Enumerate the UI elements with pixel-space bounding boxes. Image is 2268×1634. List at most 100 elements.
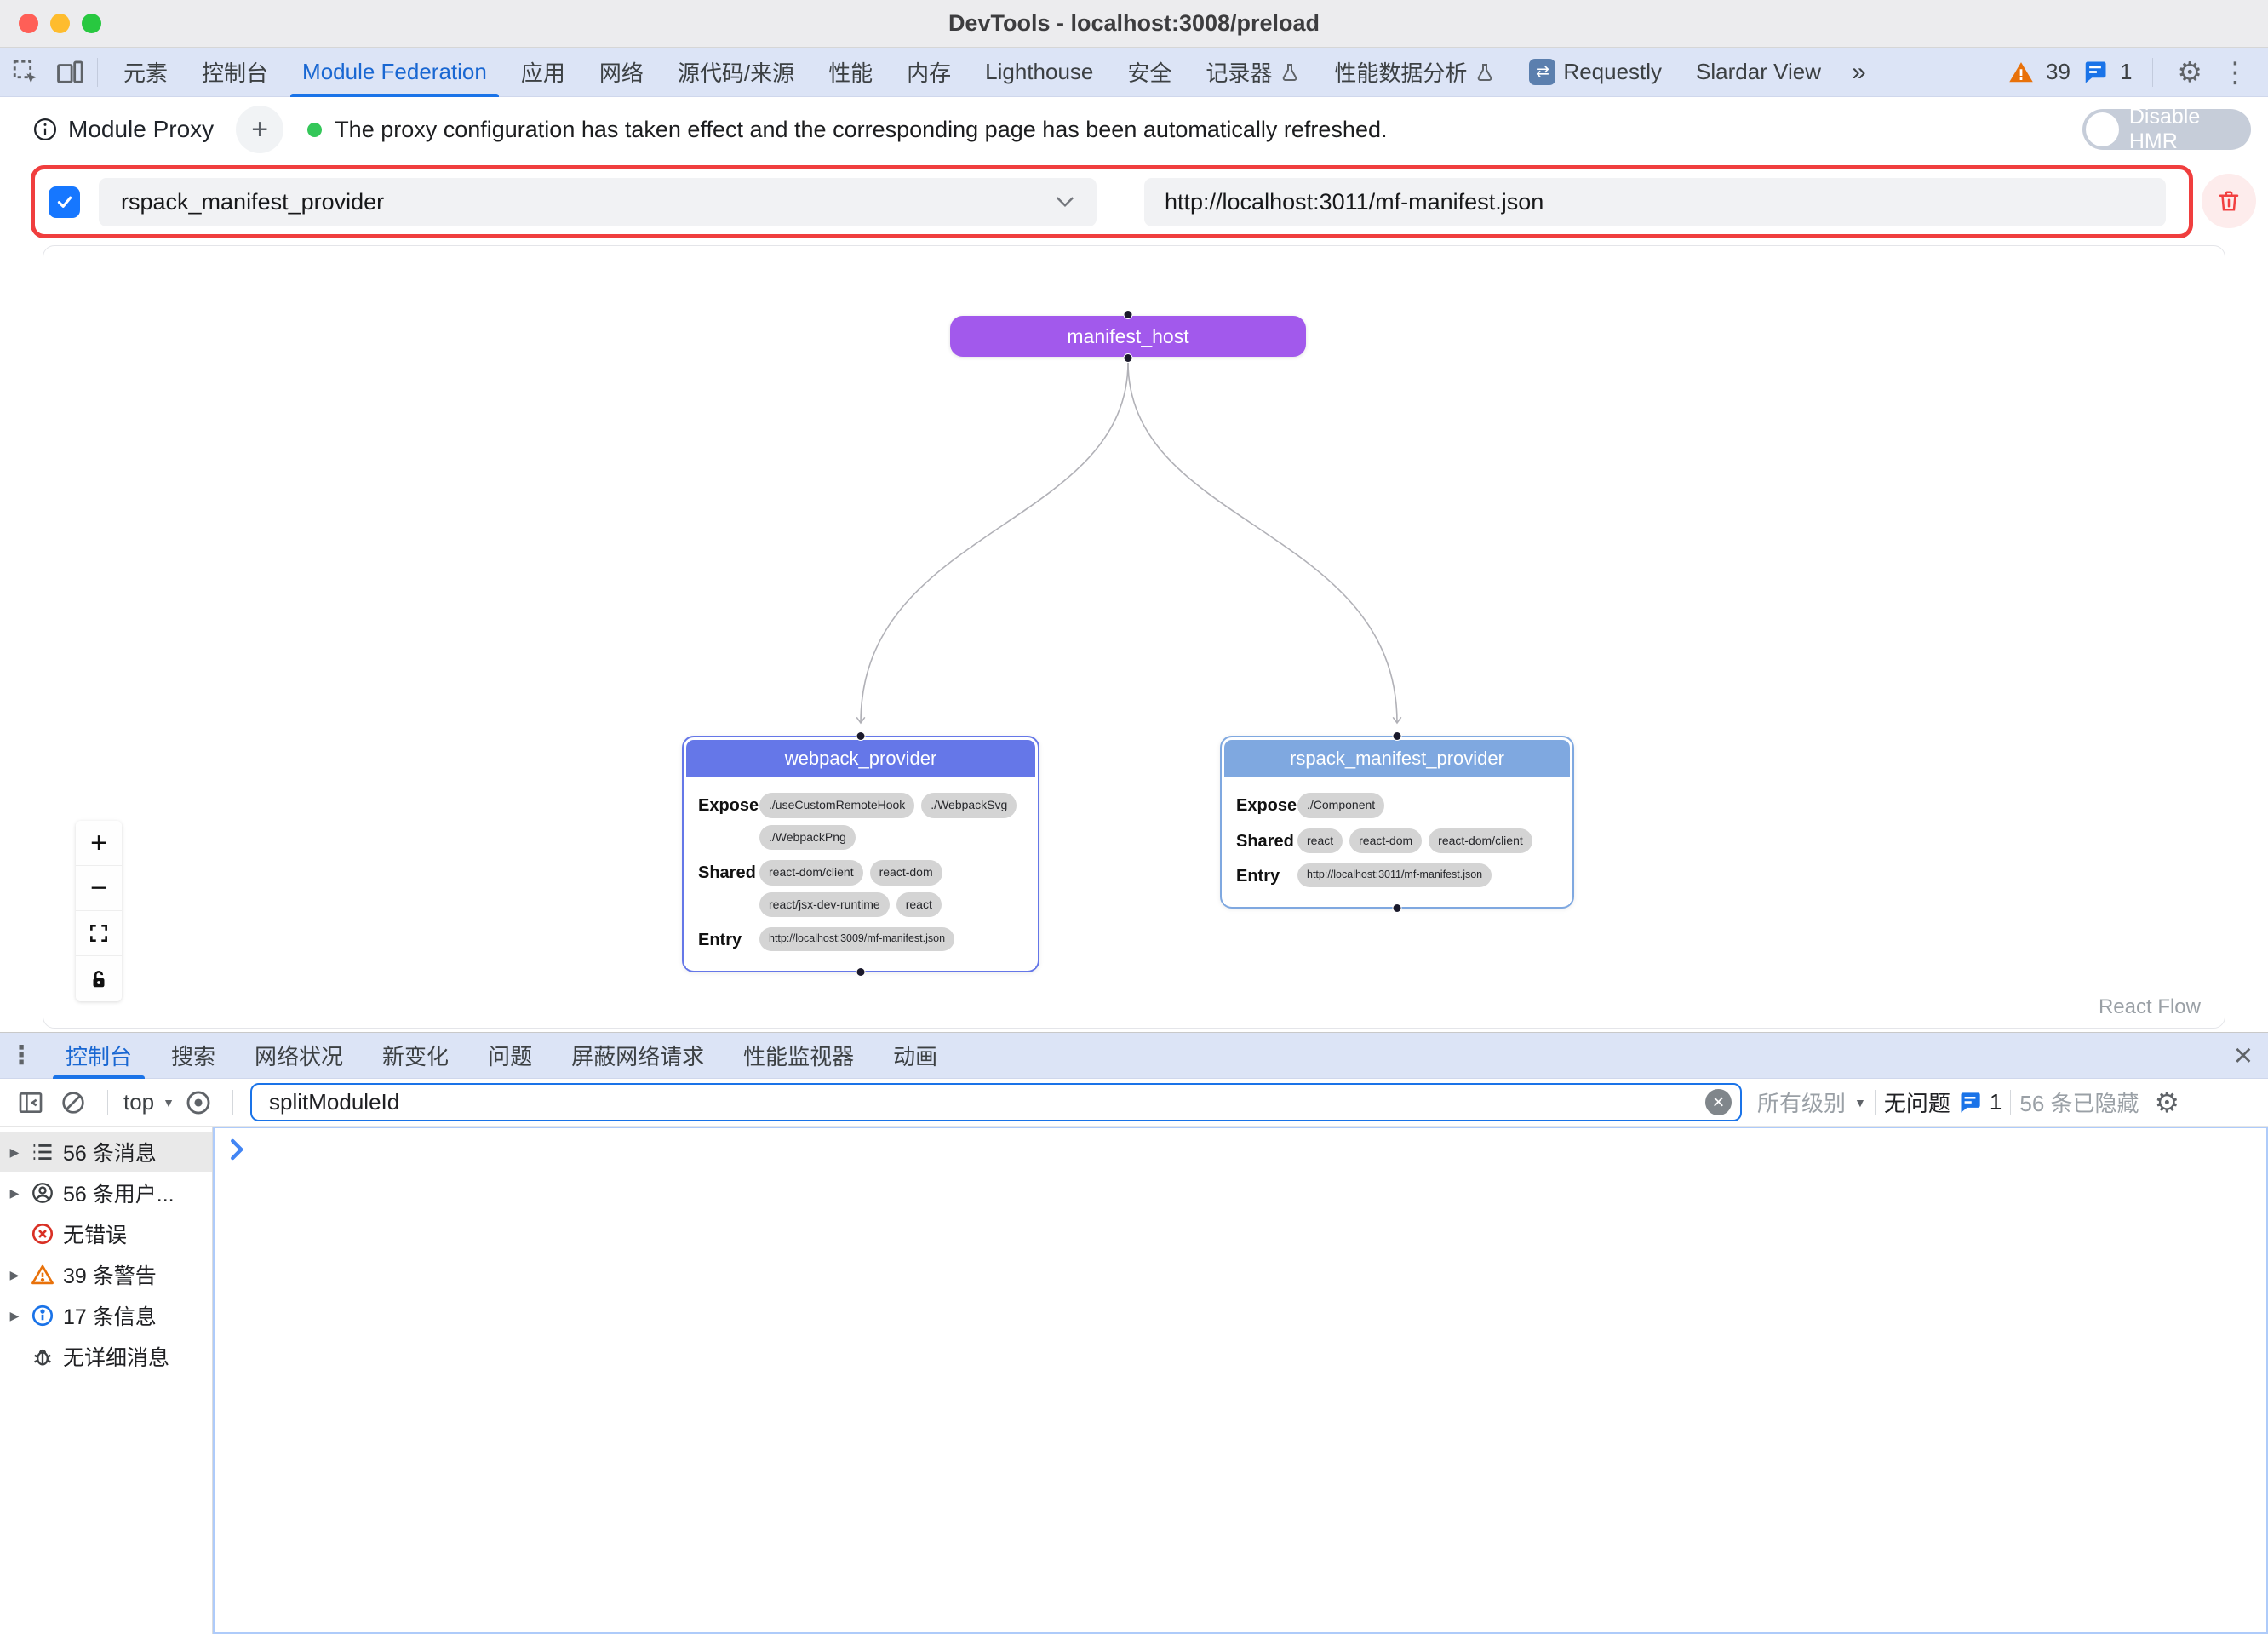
console-prompt-icon[interactable] — [228, 1138, 2266, 1161]
sidebar-item-label: 无错误 — [63, 1218, 127, 1249]
drawer-tab-animations[interactable]: 动画 — [873, 1033, 957, 1079]
node-handle — [1124, 310, 1133, 319]
node-title: manifest_host — [1067, 325, 1188, 348]
log-levels-dropdown[interactable]: 所有级别 ▼ — [1757, 1086, 1866, 1118]
toolbar-divider — [2152, 58, 2153, 87]
zoom-out-button[interactable]: − — [76, 866, 122, 911]
entry-label: Entry — [1236, 863, 1297, 886]
node-handle — [856, 731, 866, 741]
console-messages-pane[interactable] — [213, 1127, 2268, 1634]
levels-label: 所有级别 — [1757, 1086, 1846, 1118]
window-title: DevTools - localhost:3008/preload — [0, 10, 2268, 37]
module-graph-canvas[interactable]: manifest_host webpack_provider Expose ./… — [43, 245, 2225, 1029]
manifest-url-input[interactable] — [1144, 178, 2166, 226]
kebab-menu-icon[interactable]: ⋮ — [2218, 58, 2253, 86]
issues-bubble-icon[interactable] — [2082, 60, 2108, 85]
drawer-tab-console[interactable]: 控制台 — [46, 1033, 152, 1079]
sidebar-item-label: 无详细消息 — [63, 1341, 169, 1372]
warning-count[interactable]: 39 — [2046, 59, 2070, 85]
issues-count: 1 — [1990, 1089, 2002, 1115]
drawer-tab-network-blocking[interactable]: 屏蔽网络请求 — [552, 1033, 724, 1079]
expose-row: Expose ./useCustomRemoteHook ./WebpackSv… — [698, 793, 1023, 850]
provider-select[interactable]: rspack_manifest_provider — [99, 178, 1097, 226]
tab-label: 性能监视器 — [743, 1040, 854, 1071]
shared-chip: react-dom/client — [1429, 828, 1532, 854]
filter-wrap: × — [250, 1083, 1742, 1121]
hidden-messages-label: 56 条已隐藏 — [2019, 1086, 2139, 1118]
proxy-enabled-checkbox[interactable] — [49, 186, 80, 218]
tab-sources[interactable]: 源代码/来源 — [661, 48, 811, 97]
delete-proxy-button[interactable] — [2202, 174, 2256, 228]
tab-module-federation[interactable]: Module Federation — [285, 48, 504, 97]
caret-icon[interactable]: ▶ — [7, 1186, 22, 1201]
live-expression-eye-icon[interactable] — [181, 1086, 215, 1120]
sidebar-item-errors[interactable]: 无错误 — [0, 1213, 212, 1254]
expose-chip: ./WebpackSvg — [921, 793, 1017, 818]
close-drawer-icon[interactable]: × — [2234, 1040, 2253, 1072]
expose-chip: ./WebpackPng — [759, 825, 856, 851]
sidebar-item-verbose[interactable]: 无详细消息 — [0, 1336, 212, 1377]
caret-icon[interactable]: ▶ — [7, 1309, 22, 1323]
tab-elements[interactable]: 元素 — [106, 48, 185, 97]
tab-network[interactable]: 网络 — [582, 48, 661, 97]
context-value: top — [123, 1089, 154, 1115]
tab-performance-insights[interactable]: 性能数据分析 — [1317, 48, 1512, 97]
settings-gear-icon[interactable]: ⚙ — [2174, 58, 2206, 86]
drawer-tab-changes[interactable]: 新变化 — [363, 1033, 468, 1079]
sidebar-item-label: 39 条警告 — [63, 1259, 157, 1290]
clear-console-icon[interactable] — [56, 1086, 90, 1120]
node-manifest-host[interactable]: manifest_host — [950, 316, 1306, 357]
drawer-tab-issues[interactable]: 问题 — [468, 1033, 552, 1079]
context-selector[interactable]: top ▼ — [123, 1089, 175, 1115]
tab-requestly[interactable]: ⇄ Requestly — [1512, 48, 1679, 97]
sidebar-item-label: 17 条信息 — [63, 1300, 157, 1331]
more-tabs-button[interactable]: » — [1838, 58, 1880, 87]
console-settings-gear-icon[interactable]: ⚙ — [2151, 1088, 2184, 1116]
fit-view-button[interactable] — [76, 911, 122, 956]
tab-memory[interactable]: 内存 — [890, 48, 968, 97]
tab-performance[interactable]: 性能 — [811, 48, 890, 97]
sidebar-item-warnings[interactable]: ▶ 39 条警告 — [0, 1254, 212, 1295]
drawer-tab-search[interactable]: 搜索 — [152, 1033, 235, 1079]
lock-button[interactable] — [76, 956, 122, 1001]
tab-label: 内存 — [907, 56, 951, 88]
caret-icon[interactable]: ▶ — [7, 1268, 22, 1282]
node-handle — [1393, 731, 1402, 741]
entry-label: Entry — [698, 927, 759, 950]
tab-recorder[interactable]: 记录器 — [1188, 48, 1317, 97]
tab-console[interactable]: 控制台 — [185, 48, 285, 97]
node-rspack-manifest-provider[interactable]: rspack_manifest_provider Expose ./Compon… — [1220, 736, 1574, 909]
issue-count[interactable]: 1 — [2120, 59, 2132, 85]
tab-label: Requestly — [1563, 59, 1662, 85]
node-webpack-provider[interactable]: webpack_provider Expose ./useCustomRemot… — [682, 736, 1040, 972]
inspect-element-icon[interactable] — [7, 54, 44, 91]
sidebar-item-all-messages[interactable]: ▶ 56 条消息 — [0, 1132, 212, 1172]
console-filter-input[interactable] — [250, 1083, 1742, 1121]
expose-label: Expose — [1236, 793, 1297, 816]
react-flow-attribution[interactable]: React Flow — [2099, 995, 2201, 1019]
zoom-in-button[interactable]: + — [76, 821, 122, 866]
drawer-tab-performance-monitor[interactable]: 性能监视器 — [724, 1033, 873, 1079]
tab-label: 动画 — [893, 1040, 937, 1071]
tab-label: Lighthouse — [985, 59, 1093, 85]
proxy-highlight-box: rspack_manifest_provider — [31, 165, 2193, 238]
sidebar-item-info[interactable]: ▶ 17 条信息 — [0, 1295, 212, 1336]
tab-application[interactable]: 应用 — [504, 48, 582, 97]
sidebar-item-user-messages[interactable]: ▶ 56 条用户... — [0, 1172, 212, 1213]
drawer-kebab-menu-icon[interactable]: ⋮ — [0, 1041, 46, 1070]
drawer-tab-network-conditions[interactable]: 网络状况 — [235, 1033, 363, 1079]
device-toolbar-icon[interactable] — [51, 54, 89, 91]
add-proxy-button[interactable]: + — [236, 106, 284, 153]
tab-label: 网络 — [599, 56, 644, 88]
tab-lighthouse[interactable]: Lighthouse — [968, 48, 1110, 97]
clear-filter-icon[interactable]: × — [1705, 1089, 1732, 1115]
tab-security[interactable]: 安全 — [1110, 48, 1188, 97]
disable-hmr-toggle[interactable]: Disable HMR — [2082, 109, 2251, 150]
tab-label: 安全 — [1127, 56, 1171, 88]
warning-triangle-icon[interactable] — [2008, 60, 2034, 85]
caret-icon[interactable]: ▶ — [7, 1145, 22, 1160]
tab-slardar-view[interactable]: Slardar View — [1679, 48, 1838, 97]
console-sidebar-toggle-icon[interactable] — [14, 1086, 48, 1120]
issues-group[interactable]: 无问题 1 — [1884, 1086, 2002, 1118]
devtools-tabbar: 元素 控制台 Module Federation 应用 网络 源代码/来源 性能… — [0, 48, 2268, 97]
